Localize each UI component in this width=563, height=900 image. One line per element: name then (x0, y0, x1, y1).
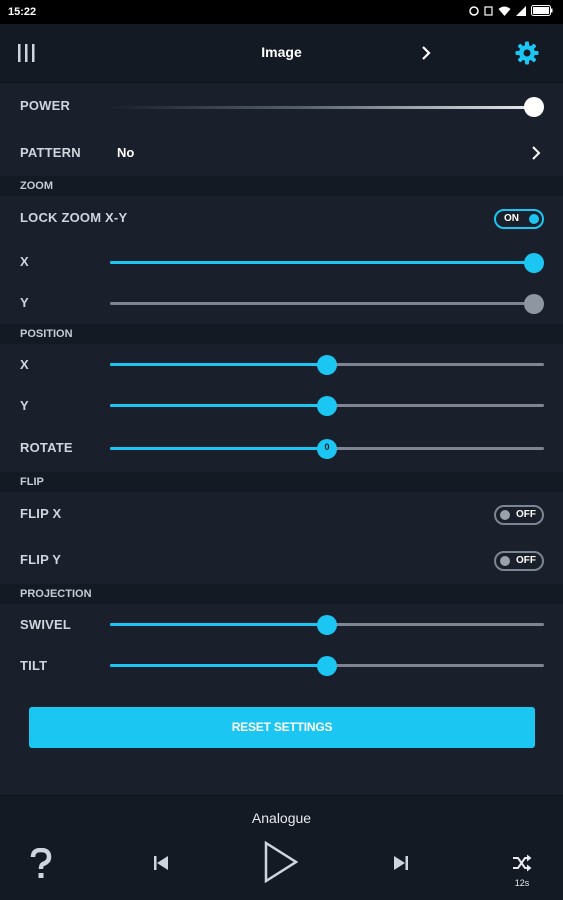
slider-thumb[interactable] (317, 396, 337, 416)
section-header-zoom: ZOOM (0, 176, 563, 196)
gear-icon[interactable] (515, 41, 539, 65)
toggle-text: OFF (516, 555, 536, 566)
toggle-knob (500, 556, 510, 566)
slider-thumb[interactable] (524, 294, 544, 314)
question-icon[interactable] (29, 848, 53, 880)
reset-settings-button[interactable]: RESET SETTINGS (29, 707, 535, 748)
slider-thumb-value: 0 (324, 442, 330, 452)
section-header-flip: FLIP (0, 472, 563, 492)
tilt-label: TILT (20, 658, 48, 673)
slider-fill (110, 404, 327, 407)
position-x-label: X (20, 357, 29, 372)
zoom-x-label: X (20, 254, 29, 269)
position-y-row: Y (0, 386, 563, 426)
player-bar: Analogue 12s (0, 795, 563, 900)
flip-y-row: FLIP Y OFF (0, 538, 563, 584)
chevron-right-icon[interactable] (420, 45, 432, 61)
flip-y-toggle[interactable]: OFF (494, 551, 544, 571)
slider-thumb[interactable] (317, 355, 337, 375)
power-slider-thumb[interactable] (524, 97, 544, 117)
shuffle-timer: 12s (514, 878, 530, 888)
swivel-slider[interactable] (110, 615, 544, 635)
zoom-x-slider[interactable] (110, 253, 544, 273)
slider-fill (110, 664, 327, 667)
slider-fill (110, 623, 327, 626)
slider-thumb[interactable] (317, 615, 337, 635)
toggle-text: ON (504, 213, 519, 224)
power-label: POWER (20, 98, 71, 113)
slider-track (110, 302, 544, 305)
page-title: Image (261, 44, 302, 60)
pattern-value: No (117, 145, 135, 160)
section-title: FLIP (20, 476, 44, 488)
slider-fill (110, 363, 327, 366)
top-app-bar: Image (0, 24, 563, 83)
section-title: POSITION (20, 328, 73, 340)
flip-x-toggle[interactable]: OFF (494, 505, 544, 525)
toggle-knob (529, 214, 539, 224)
section-title: ZOOM (20, 180, 53, 192)
play-icon[interactable] (264, 841, 298, 883)
zoom-y-label: Y (20, 295, 29, 310)
pattern-label: PATTERN (20, 145, 81, 160)
rotate-slider[interactable]: 0 (110, 439, 544, 459)
slider-thumb[interactable]: 0 (317, 439, 337, 459)
sim-icon (484, 5, 493, 16)
battery-icon (531, 5, 553, 16)
slider-fill (110, 261, 534, 264)
chevron-right-icon (532, 146, 541, 160)
slider-fill (110, 447, 327, 450)
slider-thumb[interactable] (524, 253, 544, 273)
rotate-label: ROTATE (20, 440, 73, 455)
position-x-row: X (0, 344, 563, 386)
lock-zoom-toggle[interactable]: ON (494, 209, 544, 229)
slider-thumb[interactable] (317, 656, 337, 676)
track-name: Analogue (251, 810, 312, 826)
lock-zoom-label: LOCK ZOOM X-Y (20, 210, 128, 225)
status-time: 15:22 (8, 6, 37, 18)
zoom-y-slider[interactable] (110, 294, 544, 314)
section-title: PROJECTION (20, 588, 92, 600)
position-y-label: Y (20, 398, 29, 413)
flip-x-label: FLIP X (20, 506, 62, 521)
power-slider-track[interactable] (110, 106, 534, 109)
status-icons (469, 5, 553, 16)
zoom-y-row: Y (0, 284, 563, 324)
rotate-row: ROTATE 0 (0, 426, 563, 472)
signal-icon (516, 5, 526, 16)
toggle-knob (500, 510, 510, 520)
position-y-slider[interactable] (110, 396, 544, 416)
zoom-x-row: X (0, 240, 563, 284)
toggle-text: OFF (516, 509, 536, 520)
shuffle-icon[interactable] (512, 854, 532, 872)
skip-next-icon[interactable] (394, 856, 408, 870)
flip-y-label: FLIP Y (20, 552, 62, 567)
section-header-position: POSITION (0, 324, 563, 344)
wifi-icon (498, 6, 511, 16)
tilt-slider[interactable] (110, 656, 544, 676)
flip-x-row: FLIP X OFF (0, 492, 563, 538)
status-bar: 15:22 (0, 0, 563, 24)
swivel-row: SWIVEL (0, 604, 563, 646)
tilt-row: TILT (0, 646, 563, 686)
position-x-slider[interactable] (110, 355, 544, 375)
section-header-projection: PROJECTION (0, 584, 563, 604)
lock-zoom-row: LOCK ZOOM X-Y ON (0, 196, 563, 240)
alarm-icon (469, 5, 479, 16)
pattern-row[interactable]: PATTERN No (0, 128, 563, 176)
skip-previous-icon[interactable] (154, 856, 168, 870)
swivel-label: SWIVEL (20, 617, 72, 632)
power-row: POWER (0, 84, 563, 128)
